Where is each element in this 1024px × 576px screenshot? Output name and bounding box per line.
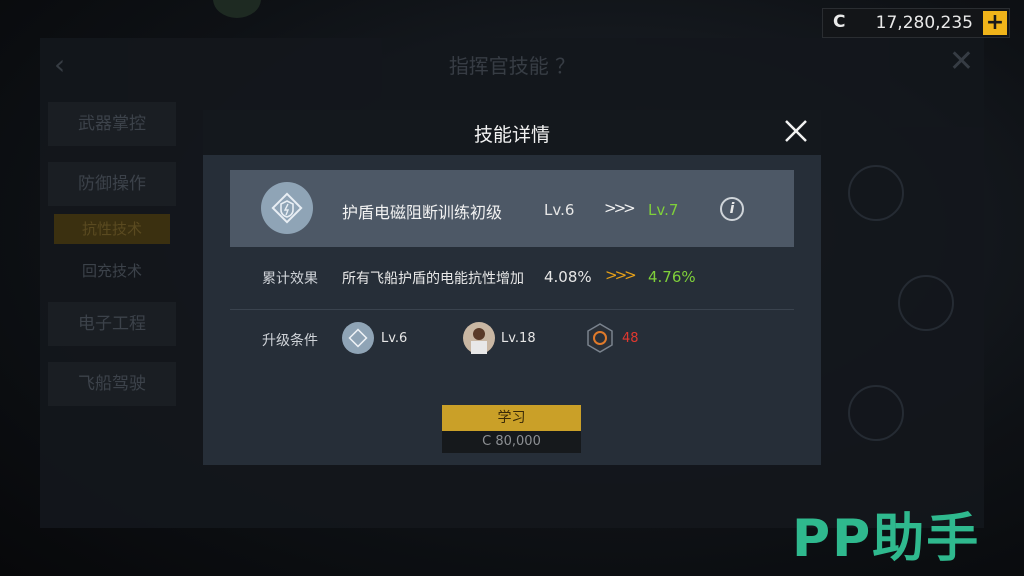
panel-close-icon[interactable]: ✕	[949, 44, 974, 79]
learn-cost: C 80,000	[442, 431, 581, 453]
credits-amount: 17,280,235	[875, 13, 973, 33]
level-arrows: >>>	[604, 199, 636, 217]
requirements-label: 升级条件	[262, 333, 318, 349]
material-count: 48	[622, 331, 639, 346]
skill-node[interactable]	[848, 385, 904, 441]
commander-level: Lv.18	[501, 331, 536, 346]
effect-arrows: >>>	[605, 266, 637, 284]
add-credits-button[interactable]: +	[983, 11, 1007, 35]
effect-label: 累计效果	[262, 271, 318, 287]
currency-bar: C 17,280,235 +	[822, 8, 1010, 38]
skill-node[interactable]	[898, 275, 954, 331]
sidebar-item-recharge[interactable]: 回充技术	[54, 256, 170, 286]
panel-title: 指挥官技能 ？	[448, 54, 576, 78]
modal-title: 技能详情	[473, 124, 550, 146]
current-level: Lv.6	[544, 201, 575, 219]
prerequisite-skill-icon	[342, 322, 374, 354]
modal-header: 技能详情	[203, 110, 821, 155]
sidebar-item-weapons[interactable]: 武器掌控	[48, 102, 176, 146]
effect-next-value: 4.76%	[648, 268, 696, 286]
effect-current-value: 4.08%	[544, 268, 592, 286]
watermark-logo: PP助手	[792, 509, 981, 569]
info-icon[interactable]: i	[720, 197, 744, 221]
sidebar-item-piloting[interactable]: 飞船驾驶	[48, 362, 176, 406]
effect-description: 所有飞船护盾的电能抗性增加	[342, 271, 524, 287]
sidebar-item-defense[interactable]: 防御操作	[48, 162, 176, 206]
skill-name: 护盾电磁阻断训练初级	[342, 203, 503, 222]
skill-row: 护盾电磁阻断训练初级 Lv.6 >>> Lv.7 i	[230, 170, 794, 247]
skill-node[interactable]	[848, 165, 904, 221]
close-icon[interactable]	[781, 116, 811, 146]
divider	[230, 309, 794, 310]
sidebar-item-resistance[interactable]: 抗性技术	[54, 214, 170, 244]
learn-button[interactable]: 学习	[442, 405, 581, 431]
skill-detail-modal: 技能详情 护盾电磁阻断训练初级 Lv.6 >>> Lv.7 i 累计效果 所有飞…	[203, 110, 821, 465]
prerequisite-skill-level: Lv.6	[381, 331, 408, 346]
credits-icon: C	[833, 12, 846, 32]
shield-skill-icon	[261, 182, 313, 234]
next-level: Lv.7	[648, 201, 679, 219]
commander-portrait-icon	[463, 322, 495, 354]
material-item-icon	[584, 322, 616, 354]
sidebar-item-electronics[interactable]: 电子工程	[48, 302, 176, 346]
